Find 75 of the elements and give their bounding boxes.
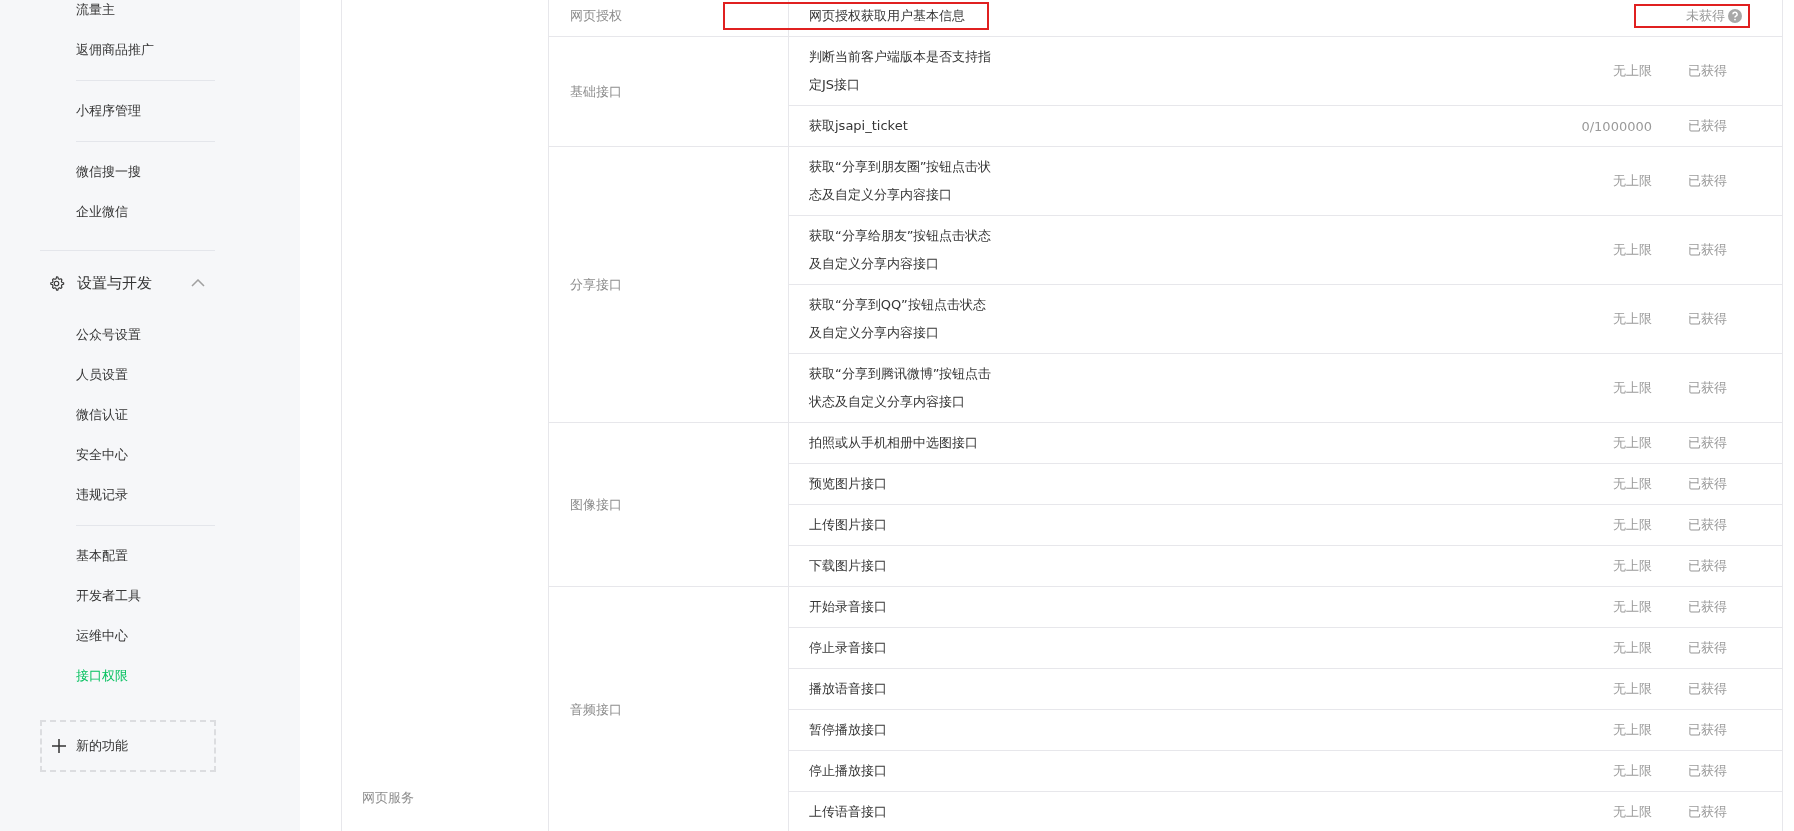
status-text: 已获得: [1688, 62, 1727, 80]
status-text: 未获得: [1686, 7, 1725, 25]
status-text: 已获得: [1688, 598, 1727, 616]
quota-text: 无上限: [1613, 435, 1652, 450]
group-name: 基础接口: [570, 82, 622, 101]
api-name: 判断当前客户端版本是否支持指 定JS接口: [809, 48, 991, 94]
api-name: 停止录音接口: [809, 639, 887, 657]
api-name: 暂停播放接口: [809, 721, 887, 739]
status-text: 已获得: [1688, 379, 1727, 397]
sidebar-item[interactable]: 运维中心: [0, 616, 128, 656]
api-name: 上传图片接口: [809, 516, 887, 534]
status-text: 已获得: [1688, 803, 1727, 821]
sidebar-item[interactable]: 开发者工具: [0, 576, 141, 616]
api-name: 播放语音接口: [809, 680, 887, 698]
api-name: 网页授权获取用户基本信息: [725, 4, 987, 28]
api-name: 预览图片接口: [809, 475, 887, 493]
status-text: 已获得: [1688, 721, 1727, 739]
quota-text: 无上限: [1613, 804, 1652, 819]
quota-text: 无上限: [1613, 173, 1652, 188]
help-icon[interactable]: [1728, 9, 1742, 23]
quota-text: 无上限: [1613, 599, 1652, 614]
group-name: 音频接口: [570, 700, 622, 719]
quota-text: 无上限: [1613, 476, 1652, 491]
sidebar-item[interactable]: 基本配置: [0, 536, 128, 576]
status-text: 已获得: [1688, 516, 1727, 534]
quota-text: 0/1000000: [1581, 118, 1652, 134]
api-name: 拍照或从手机相册中选图接口: [809, 434, 978, 452]
category-label: 网页服务: [362, 789, 414, 807]
quota-text: 无上限: [1613, 763, 1652, 778]
api-name: 获取jsapi_ticket: [809, 117, 908, 135]
sidebar-item[interactable]: 安全中心: [0, 435, 128, 475]
sidebar-item[interactable]: 企业微信: [0, 192, 128, 232]
status-text: 已获得: [1688, 310, 1727, 328]
quota-text: 无上限: [1613, 242, 1652, 257]
api-name: 上传语音接口: [809, 803, 887, 821]
settings-icon: [48, 274, 65, 292]
quota-text: 无上限: [1613, 517, 1652, 532]
quota-text: 无上限: [1613, 311, 1652, 326]
status-text: 已获得: [1688, 475, 1727, 493]
quota-text: 无上限: [1613, 380, 1652, 395]
group-name: 分享接口: [570, 275, 622, 294]
quota-text: 无上限: [1613, 63, 1652, 78]
status-text: 已获得: [1688, 117, 1727, 135]
api-name: 开始录音接口: [809, 598, 887, 616]
api-name: 获取“分享到QQ”按钮点击状态 及自定义分享内容接口: [809, 296, 986, 342]
group-name: 图像接口: [570, 495, 622, 514]
sidebar-item[interactable]: 人员设置: [0, 355, 128, 395]
api-name: 获取“分享给朋友”按钮点击状态 及自定义分享内容接口: [809, 227, 992, 273]
api-name: 获取“分享到腾讯微博”按钮点击 状态及自定义分享内容接口: [809, 365, 992, 411]
api-name: 获取“分享到朋友圈”按钮点击状 态及自定义分享内容接口: [809, 158, 992, 204]
status-text: 已获得: [1688, 680, 1727, 698]
group-name: 网页授权: [570, 7, 622, 25]
quota-text: 无上限: [1613, 681, 1652, 696]
status-text: 已获得: [1688, 639, 1727, 657]
plus-icon: [52, 739, 66, 753]
status-text: 已获得: [1688, 557, 1727, 575]
sidebar-item[interactable]: 小程序管理: [0, 91, 141, 131]
quota-text: 无上限: [1613, 558, 1652, 573]
chevron-icon: [191, 279, 205, 287]
status-text: 已获得: [1688, 434, 1727, 452]
quota-text: 无上限: [1613, 640, 1652, 655]
api-name: 下载图片接口: [809, 557, 887, 575]
sidebar-item[interactable]: 违规记录: [0, 475, 128, 515]
sidebar-item[interactable]: 微信认证: [0, 395, 128, 435]
section-header[interactable]: 设置与开发: [48, 263, 215, 303]
sidebar-item[interactable]: 流量主: [0, 0, 115, 30]
sidebar-item[interactable]: 公众号设置: [0, 315, 141, 355]
quota-text: 无上限: [1613, 722, 1652, 737]
sidebar-item[interactable]: 返佣商品推广: [0, 30, 154, 70]
status-text: 已获得: [1688, 241, 1727, 259]
sidebar-item[interactable]: 微信搜一搜: [0, 152, 141, 192]
api-name: 停止播放接口: [809, 762, 887, 780]
status-text: 已获得: [1688, 172, 1727, 190]
status-text: 已获得: [1688, 762, 1727, 780]
new-feature-button[interactable]: 新的功能: [40, 720, 216, 772]
